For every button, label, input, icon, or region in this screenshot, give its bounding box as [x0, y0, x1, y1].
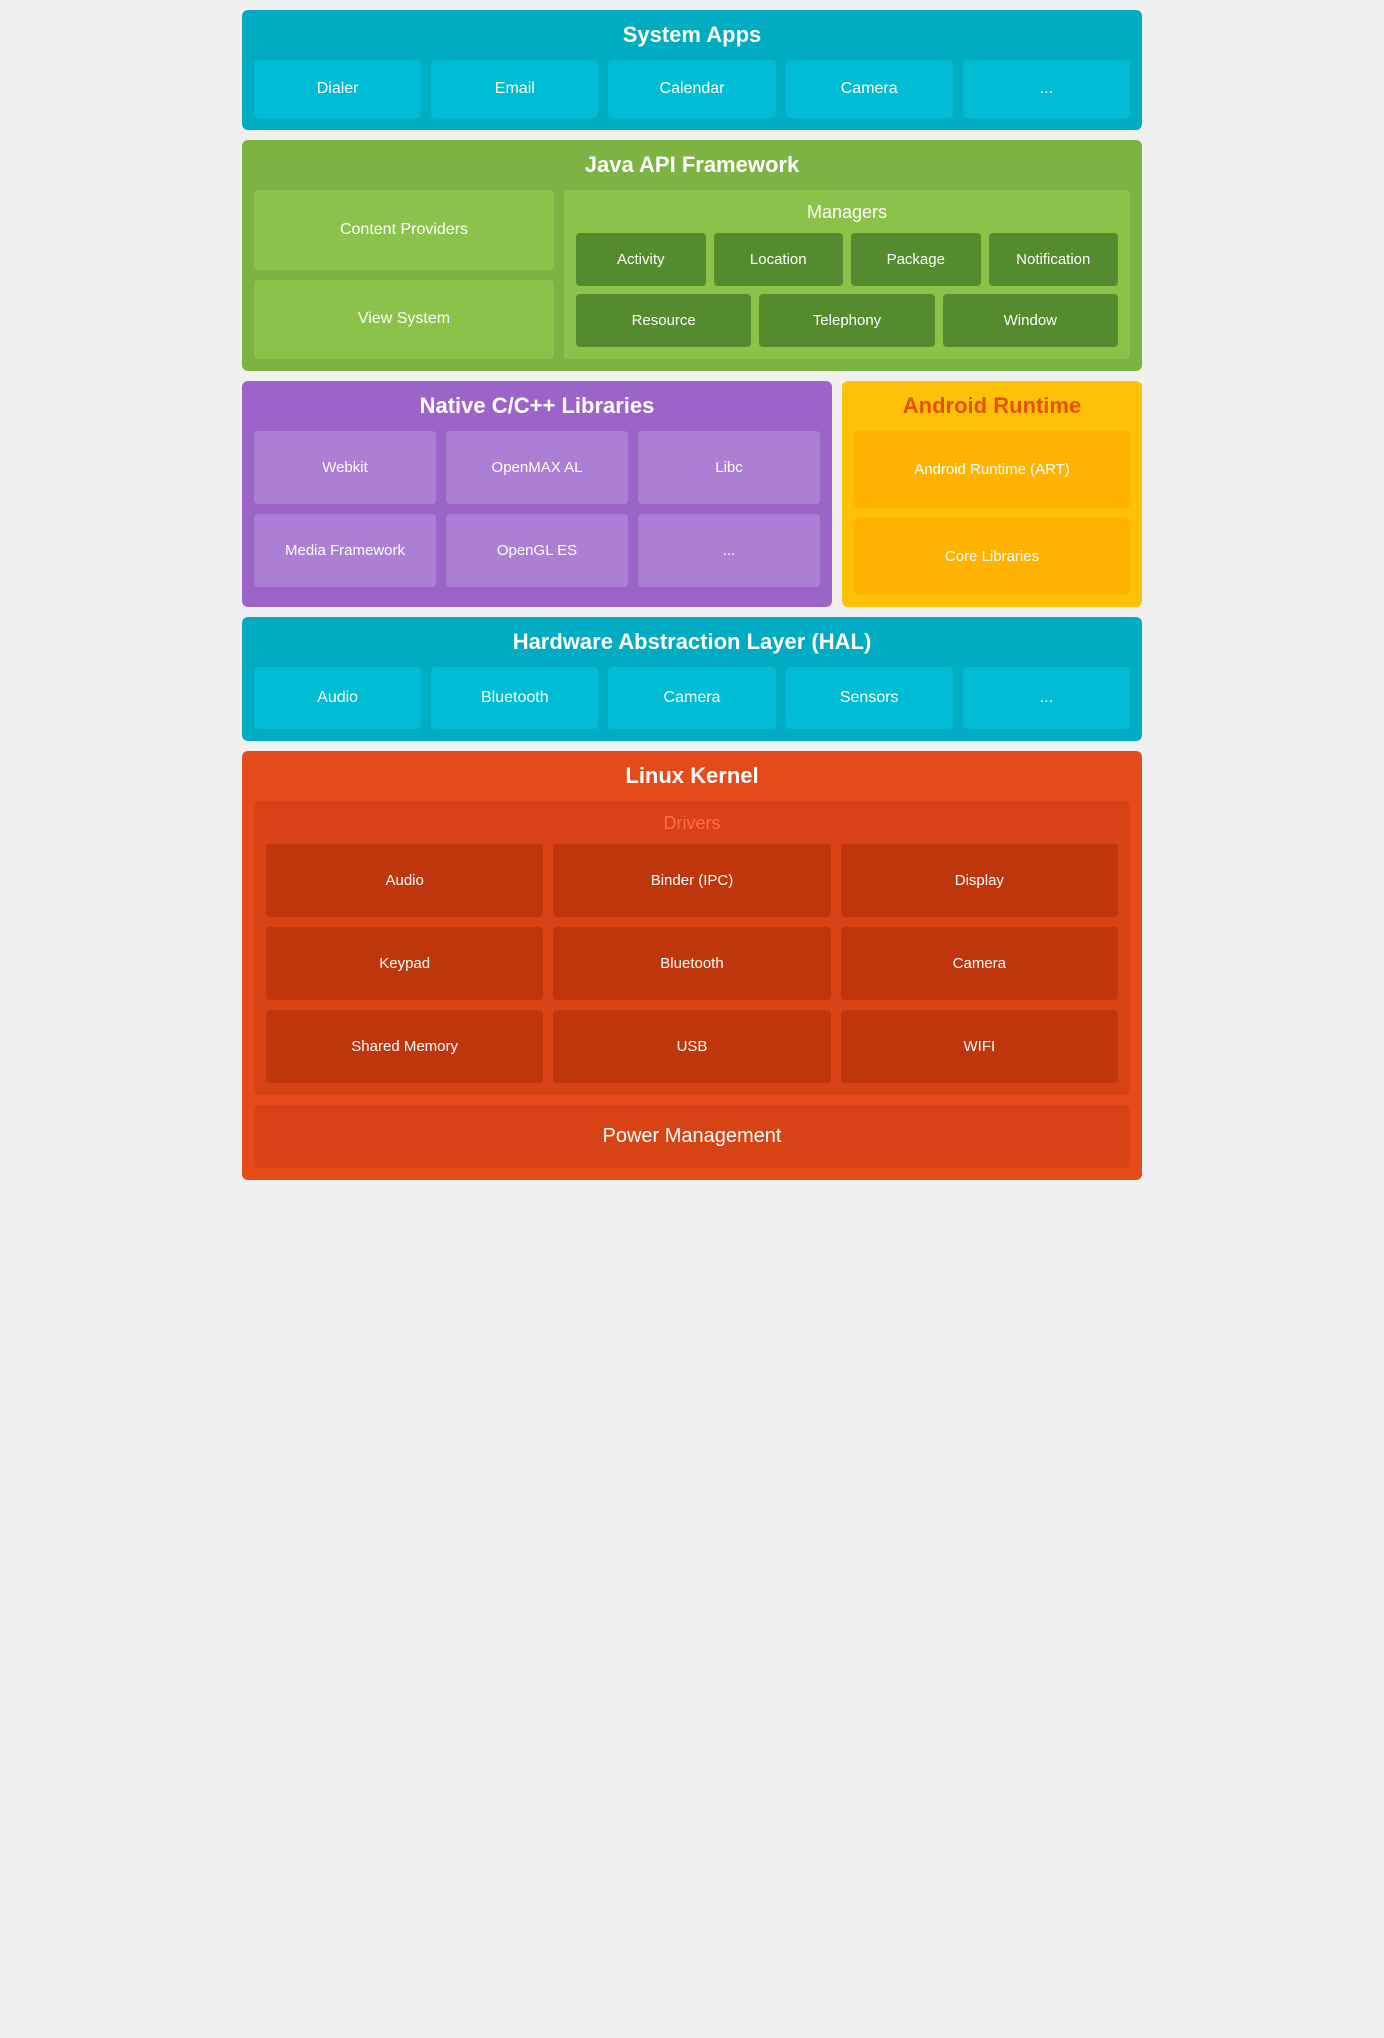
hal-audio: Audio — [254, 667, 421, 729]
driver-bluetooth: Bluetooth — [553, 927, 830, 1000]
java-api-left: Content Providers View System — [254, 190, 554, 359]
linux-kernel-title: Linux Kernel — [254, 763, 1130, 789]
native-opengl: OpenGL ES — [446, 514, 628, 587]
manager-location: Location — [714, 233, 844, 286]
runtime-art: Android Runtime (ART) — [854, 431, 1130, 508]
manager-notification: Notification — [989, 233, 1119, 286]
driver-usb: USB — [553, 1010, 830, 1083]
linux-kernel-section: Linux Kernel Drivers Audio Binder (IPC) … — [242, 751, 1142, 1180]
android-architecture-diagram: System Apps Dialer Email Calendar Camera… — [242, 10, 1142, 1180]
drivers-grid: Audio Binder (IPC) Display Keypad Blueto… — [266, 844, 1118, 1083]
driver-display: Display — [841, 844, 1118, 917]
native-more: ... — [638, 514, 820, 587]
hal-title: Hardware Abstraction Layer (HAL) — [254, 629, 1130, 655]
managers-row-1: Activity Location Package Notification — [576, 233, 1118, 286]
system-app-camera: Camera — [786, 60, 953, 118]
drivers-container: Drivers Audio Binder (IPC) Display Keypa… — [254, 801, 1130, 1095]
java-api-title: Java API Framework — [254, 152, 1130, 178]
managers-title: Managers — [576, 202, 1118, 223]
hal-row: Audio Bluetooth Camera Sensors ... — [254, 667, 1130, 729]
manager-telephony: Telephony — [759, 294, 934, 347]
java-api-inner: Content Providers View System Managers A… — [254, 190, 1130, 359]
native-webkit: Webkit — [254, 431, 436, 504]
system-app-email: Email — [431, 60, 598, 118]
hal-sensors: Sensors — [786, 667, 953, 729]
managers-grid: Activity Location Package Notification R… — [576, 233, 1118, 347]
java-api-section: Java API Framework Content Providers Vie… — [242, 140, 1142, 371]
runtime-core-libs: Core Libraries — [854, 518, 1130, 595]
native-libs-title: Native C/C++ Libraries — [254, 393, 820, 419]
driver-binder: Binder (IPC) — [553, 844, 830, 917]
driver-keypad: Keypad — [266, 927, 543, 1000]
content-providers: Content Providers — [254, 190, 554, 270]
native-media: Media Framework — [254, 514, 436, 587]
native-libs-grid: Webkit OpenMAX AL Libc Media Framework O… — [254, 431, 820, 587]
manager-package: Package — [851, 233, 981, 286]
system-app-more: ... — [963, 60, 1130, 118]
driver-camera: Camera — [841, 927, 1118, 1000]
system-apps-row: Dialer Email Calendar Camera ... — [254, 60, 1130, 118]
native-runtime-row: Native C/C++ Libraries Webkit OpenMAX AL… — [242, 381, 1142, 607]
hal-camera: Camera — [608, 667, 775, 729]
manager-window: Window — [943, 294, 1118, 347]
managers-container: Managers Activity Location Package Notif… — [564, 190, 1130, 359]
android-runtime-title: Android Runtime — [854, 393, 1130, 419]
managers-row-2: Resource Telephony Window — [576, 294, 1118, 347]
native-libc: Libc — [638, 431, 820, 504]
runtime-items: Android Runtime (ART) Core Libraries — [854, 431, 1130, 595]
system-app-calendar: Calendar — [608, 60, 775, 118]
hal-more: ... — [963, 667, 1130, 729]
system-app-dialer: Dialer — [254, 60, 421, 118]
native-openmax: OpenMAX AL — [446, 431, 628, 504]
native-libs-section: Native C/C++ Libraries Webkit OpenMAX AL… — [242, 381, 832, 607]
manager-activity: Activity — [576, 233, 706, 286]
system-apps-section: System Apps Dialer Email Calendar Camera… — [242, 10, 1142, 130]
view-system: View System — [254, 280, 554, 360]
drivers-title: Drivers — [266, 813, 1118, 834]
driver-shared-memory: Shared Memory — [266, 1010, 543, 1083]
hal-section: Hardware Abstraction Layer (HAL) Audio B… — [242, 617, 1142, 741]
driver-audio: Audio — [266, 844, 543, 917]
power-management: Power Management — [254, 1105, 1130, 1168]
driver-wifi: WIFI — [841, 1010, 1118, 1083]
system-apps-title: System Apps — [254, 22, 1130, 48]
manager-resource: Resource — [576, 294, 751, 347]
android-runtime-section: Android Runtime Android Runtime (ART) Co… — [842, 381, 1142, 607]
hal-bluetooth: Bluetooth — [431, 667, 598, 729]
